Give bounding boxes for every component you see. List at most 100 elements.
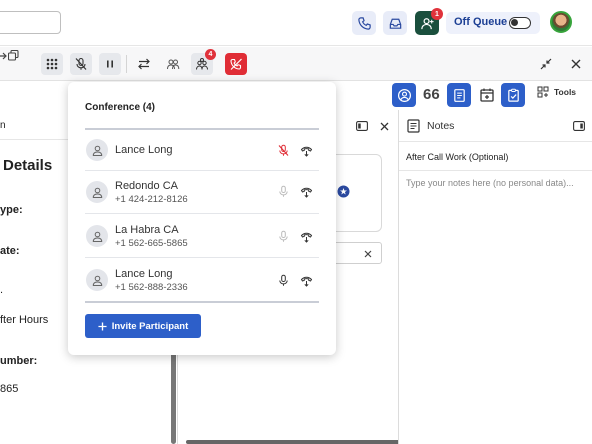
participant-avatar	[86, 225, 108, 247]
participant-disconnect-button[interactable]	[298, 228, 314, 244]
divider	[126, 55, 127, 73]
mic-icon	[278, 230, 288, 242]
notes-textarea[interactable]: Type your notes here (no personal data).…	[406, 178, 574, 188]
mic-icon	[278, 185, 288, 197]
person-icon	[92, 231, 102, 242]
consult-button[interactable]	[162, 53, 184, 75]
details-title: Details	[3, 157, 53, 174]
document-icon	[453, 88, 465, 102]
toggle-knob	[511, 19, 518, 26]
panel-collapse-icon[interactable]	[356, 121, 368, 131]
notes-header: Notes	[399, 110, 592, 142]
phone-button[interactable]	[352, 11, 376, 35]
row-separator	[85, 213, 319, 214]
mute-button[interactable]	[70, 53, 92, 75]
participant-mute-button[interactable]	[275, 272, 291, 288]
date-label: ate:	[0, 245, 20, 257]
plus-icon	[98, 321, 107, 331]
mic-icon	[278, 274, 288, 286]
hangup-down-icon	[300, 232, 312, 243]
person-icon	[92, 187, 102, 198]
participant-disconnect-button[interactable]	[298, 183, 314, 199]
participant-avatar	[86, 181, 108, 203]
hangup-icon	[230, 58, 242, 70]
inbox-button[interactable]	[383, 11, 407, 35]
participant-avatar	[86, 139, 108, 161]
person-icon	[92, 145, 102, 156]
details-separator: .	[0, 284, 4, 296]
minimize-icon[interactable]	[540, 58, 552, 70]
people-icon	[167, 59, 180, 70]
number-label: umber:	[0, 355, 38, 367]
calendar-tool-button[interactable]	[475, 83, 499, 107]
after-hours-value: fter Hours	[0, 314, 49, 326]
transfer-icon	[138, 58, 150, 70]
tools-menu-button[interactable]: Tools	[537, 86, 576, 98]
search-input[interactable]	[0, 11, 61, 34]
participant-name: Lance Long	[115, 268, 173, 280]
person-icon	[92, 275, 102, 286]
participant-mute-button[interactable]	[275, 228, 291, 244]
notes-title: Notes	[427, 120, 455, 132]
hangup-down-icon	[300, 276, 312, 287]
participant-avatar	[86, 269, 108, 291]
inbox-icon	[389, 18, 401, 29]
end-call-button[interactable]	[225, 53, 247, 75]
row-separator	[85, 170, 319, 171]
participant-phone: +1 562-665-5865	[115, 238, 188, 249]
calendar-add-icon	[480, 88, 494, 102]
agent-badge: 1	[431, 8, 443, 20]
star-badge-icon[interactable]	[337, 185, 350, 198]
user-avatar[interactable]	[550, 11, 572, 33]
app-root: 1 Off Queue 4 66 Tools n Details ype: at…	[0, 0, 592, 444]
transfer-button[interactable]	[133, 53, 155, 75]
invite-label: Invite Participant	[111, 320, 189, 332]
counter-value: 66	[423, 86, 440, 103]
queue-label: Off Queue	[454, 16, 508, 28]
participant-name: Lance Long	[115, 144, 173, 156]
hold-button[interactable]	[99, 53, 121, 75]
panel-close-icon[interactable]	[380, 122, 389, 131]
clear-icon[interactable]	[364, 250, 372, 258]
user-circle-icon	[397, 88, 411, 102]
grid-add-icon	[537, 86, 549, 98]
notes-section-label: After Call Work (Optional)	[406, 152, 509, 162]
pause-icon	[107, 60, 113, 68]
call-control-bar: 4	[0, 47, 592, 81]
profile-tool-button[interactable]	[392, 83, 416, 107]
participant-disconnect-button[interactable]	[298, 272, 314, 288]
task-tool-button[interactable]	[501, 83, 525, 107]
queue-toggle[interactable]	[509, 17, 531, 29]
number-value: 865	[0, 383, 19, 395]
participant-mute-button[interactable]	[275, 183, 291, 199]
dialpad-icon	[46, 58, 58, 70]
dialpad-button[interactable]	[41, 53, 63, 75]
hangup-down-icon	[300, 187, 312, 198]
participant-disconnect-button[interactable]	[298, 142, 314, 158]
type-label: ype:	[0, 204, 23, 216]
popup-bottom-rule	[85, 301, 319, 303]
row-separator	[85, 257, 319, 258]
queue-status[interactable]: Off Queue	[446, 12, 540, 34]
hangup-down-icon	[300, 146, 312, 157]
conference-popup: Conference (4) Lance Long Redondo CA +1 …	[68, 82, 336, 355]
phone-icon	[357, 16, 371, 30]
conference-title: Conference (4)	[85, 102, 156, 113]
notes-collapse-icon[interactable]	[573, 121, 585, 131]
invite-participant-button[interactable]: Invite Participant	[85, 314, 201, 338]
tools-label: Tools	[554, 87, 577, 97]
participant-name: Redondo CA	[115, 180, 178, 192]
close-icon[interactable]	[571, 59, 581, 69]
participant-phone: +1 562-888-2336	[115, 282, 188, 293]
conference-badge: 4	[205, 49, 216, 60]
script-tool-button[interactable]	[447, 83, 471, 107]
horizontal-scrollbar[interactable]	[186, 440, 410, 444]
participant-name: La Habra CA	[115, 224, 179, 236]
notes-section-header: After Call Work (Optional)	[399, 143, 592, 171]
participant-mute-button[interactable]	[275, 142, 291, 158]
mic-off-icon	[278, 144, 288, 156]
copy-icon[interactable]	[8, 50, 19, 61]
popup-top-rule	[85, 128, 319, 130]
notes-panel: Notes After Call Work (Optional) Type yo…	[398, 110, 592, 444]
notes-icon	[407, 119, 420, 133]
